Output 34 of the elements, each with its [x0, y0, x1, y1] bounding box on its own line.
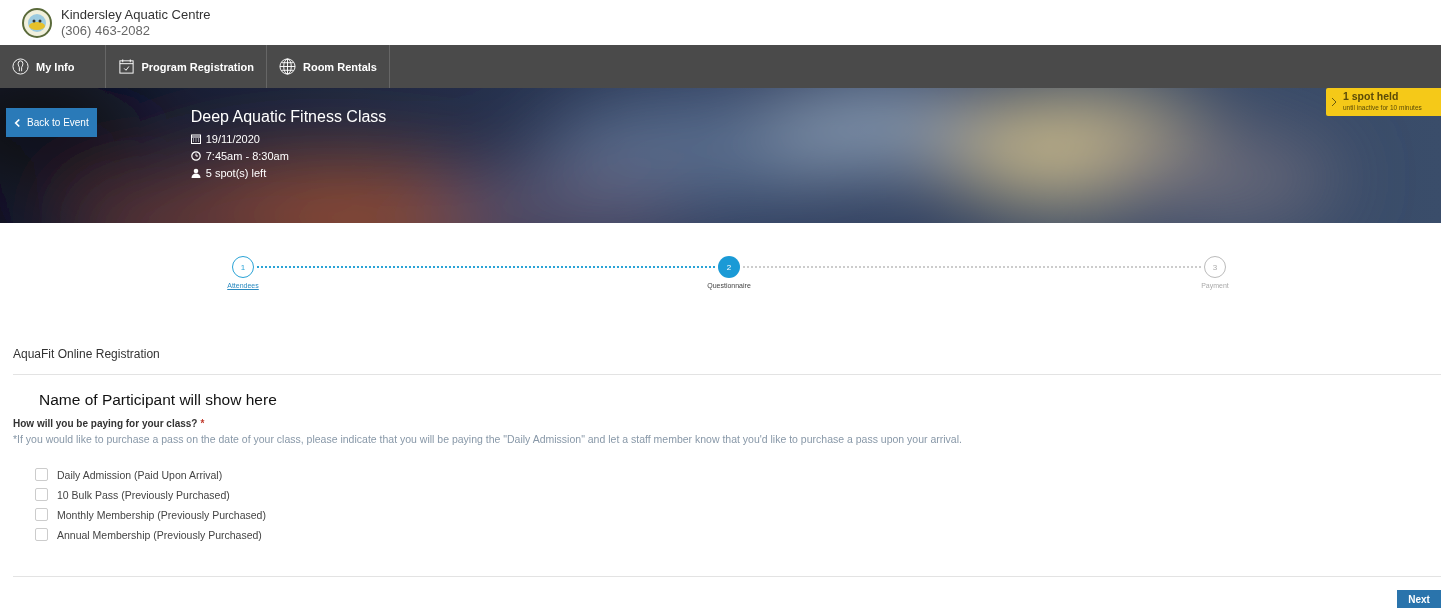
centre-name: Kindersley Aquatic Centre: [61, 6, 211, 23]
person-icon: [190, 168, 201, 178]
event-time: 7:45am - 8:30am: [205, 150, 289, 162]
option-label[interactable]: 10 Bulk Pass (Previously Purchased): [57, 488, 230, 501]
checkbox[interactable]: [35, 488, 48, 501]
phone-number: (306) 463-2082: [61, 22, 151, 39]
back-button[interactable]: Back to Event: [6, 108, 97, 137]
checkbox[interactable]: [35, 508, 48, 521]
calendar-icon: [117, 58, 135, 75]
clock-icon: [190, 151, 201, 161]
form-title: AquaFit Online Registration: [13, 347, 161, 361]
required-mark: *: [200, 418, 205, 429]
option-label[interactable]: Monthly Membership (Previously Purchased): [57, 508, 266, 521]
checkbox[interactable]: [35, 468, 48, 481]
event-date: 19/11/2020: [205, 133, 260, 145]
option-label[interactable]: Annual Membership (Previously Purchased): [57, 528, 262, 541]
spots-left: 5 spot(s) left: [205, 167, 267, 179]
help-text: *If you would like to purchase a pass on the date of your class, please indicate that you will be paying the "Daily Admission" and let a staff member know that you'd like to purchase a pass upon your arrival.: [13, 433, 963, 445]
next-button[interactable]: Next: [1397, 590, 1441, 608]
participant-name: Name of Participant will show here: [39, 391, 278, 409]
step-circle: 1: [232, 256, 254, 278]
logo-icon: [22, 7, 52, 38]
option-label[interactable]: Daily Admission (Paid Upon Arrival): [57, 468, 223, 481]
question-label: How will you be paying for your class?: [13, 418, 198, 429]
calendar-icon: [190, 134, 201, 144]
person-icon: [12, 58, 29, 75]
event-title: Deep Aquatic Fitness Class: [190, 108, 387, 126]
chevron-right-icon: [1331, 97, 1337, 107]
step-circle: 2: [718, 256, 740, 278]
hold-title: 1 spot held: [1343, 91, 1400, 102]
step-circle: 3: [1204, 256, 1226, 278]
globe-icon: [278, 58, 296, 75]
chevron-left-icon: [14, 117, 21, 128]
checkbox[interactable]: [35, 528, 48, 541]
